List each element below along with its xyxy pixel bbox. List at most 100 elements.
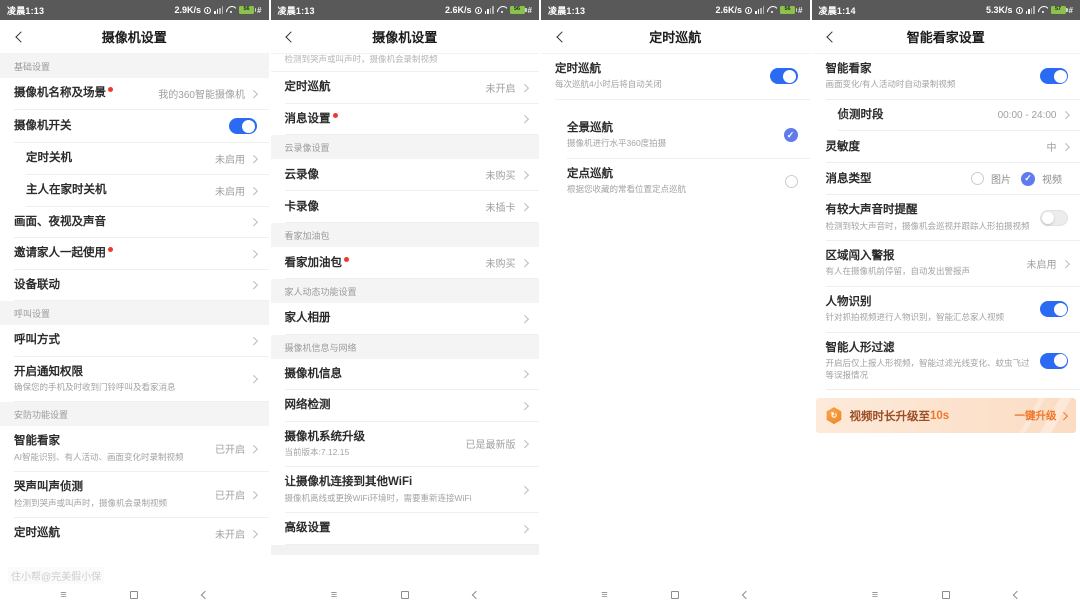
settings-row[interactable]: 摄像机名称及场景我的360智能摄像机: [0, 78, 269, 110]
checked-radio-icon[interactable]: ✓: [1021, 172, 1035, 186]
settings-row[interactable]: 摄像机信息: [271, 359, 540, 390]
settings-row[interactable]: 智能看家AI智能识别、有人活动、画面变化时录制视频已开启: [0, 426, 269, 472]
recents-button[interactable]: ≡: [860, 585, 890, 605]
row-title: 云录像: [285, 168, 320, 182]
chevron-right-icon: [250, 250, 258, 258]
settings-row[interactable]: 灵敏度中: [812, 131, 1080, 163]
row-title: 人物识别: [826, 295, 872, 309]
recents-button[interactable]: ≡: [319, 585, 349, 605]
settings-row[interactable]: 有较大声音时提醒检测到较大声音时，摄像机会巡视并跟踪人形拍摄视频: [812, 195, 1080, 241]
wifi-icon: [226, 6, 236, 14]
chevron-right-icon: [520, 84, 528, 92]
nav-back-button[interactable]: [461, 585, 491, 605]
settings-list: 基础设置摄像机名称及场景我的360智能摄像机摄像机开关定时关机未启用主人在家时关…: [0, 54, 269, 582]
upgrade-banner[interactable]: ↻视频时长升级至10s一键升级: [816, 398, 1077, 433]
nav-back-button[interactable]: [1002, 585, 1032, 605]
nav-back-button[interactable]: [731, 585, 761, 605]
unchecked-radio-icon[interactable]: [971, 172, 984, 185]
row-title: 摄像机系统升级: [285, 430, 366, 444]
nav-back-button[interactable]: [190, 585, 220, 605]
chevron-right-icon: [1061, 143, 1069, 151]
status-time: 凌晨1:14: [819, 4, 856, 17]
status-bar: 凌晨1:132.6K/s56#: [271, 0, 540, 20]
row-title: 消息类型: [826, 172, 872, 186]
android-nav-bar: ≡: [271, 582, 540, 608]
home-button[interactable]: [931, 585, 961, 605]
settings-row[interactable]: 定时关机未启用: [0, 143, 269, 175]
chevron-right-icon: [520, 524, 528, 532]
settings-row[interactable]: 家人相册: [271, 303, 540, 334]
selected-check-icon[interactable]: ✓: [784, 128, 798, 142]
toggle-switch-on[interactable]: [770, 68, 798, 84]
settings-row[interactable]: 区域闯入警报有人在摄像机前停留，自动发出警报声未启用: [812, 241, 1080, 287]
banner-text: 视频时长升级至: [850, 408, 931, 424]
settings-row[interactable]: 侦测时段00:00 - 24:00: [812, 100, 1080, 131]
home-button[interactable]: [660, 585, 690, 605]
row-title: 摄像机信息: [285, 367, 343, 381]
chevron-right-icon: [520, 315, 528, 323]
upgrade-button[interactable]: 一键升级: [1015, 408, 1067, 423]
settings-row[interactable]: 智能看家画面变化/有人活动时自动录制视频: [812, 54, 1080, 100]
screenshot-grid: 凌晨1:132.9K/s56#摄像机设置基础设置摄像机名称及场景我的360智能摄…: [0, 0, 1080, 608]
recents-button[interactable]: ≡: [48, 585, 78, 605]
toggle-switch-on[interactable]: [229, 118, 257, 134]
settings-row[interactable]: 消息设置: [271, 104, 540, 135]
settings-row[interactable]: 智能人形过滤开启后仅上报人形视频，智能过滤光线变化、蚊虫飞过等误报情况: [812, 333, 1080, 390]
battery-icon: 56: [510, 6, 525, 14]
settings-row[interactable]: 全景巡航摄像机进行水平360度拍摄✓: [541, 113, 810, 159]
settings-row[interactable]: 定点巡航根据您收藏的常看位置定点巡航: [541, 159, 810, 204]
settings-row[interactable]: 消息类型图片✓视频: [812, 163, 1080, 195]
settings-row[interactable]: 画面、夜视及声音: [0, 207, 269, 238]
settings-row[interactable]: 让摄像机连接到其他WiFi摄像机离线或更换WiFi环境时，需要重新连接WiFi: [271, 467, 540, 513]
settings-row[interactable]: 设备联动: [0, 270, 269, 301]
row-title: 摄像机名称及场景: [14, 86, 106, 100]
settings-row[interactable]: 定时巡航每次巡航4小时后将自动关闭: [541, 54, 810, 100]
settings-row[interactable]: 看家加油包未购买: [271, 247, 540, 279]
list-spacer: [541, 100, 810, 113]
settings-row[interactable]: 摄像机开关: [0, 110, 269, 143]
chevron-right-icon: [250, 90, 258, 98]
row-title: 家人相册: [285, 311, 331, 325]
toggle-switch-on[interactable]: [1040, 301, 1068, 317]
back-button[interactable]: [818, 20, 844, 54]
section-header: 呼叫设置: [0, 301, 269, 325]
back-button[interactable]: [277, 20, 303, 54]
chevron-right-icon: [1061, 260, 1069, 268]
settings-row[interactable]: 人物识别针对抓拍视频进行人物识别，智能汇总家人视频: [812, 287, 1080, 333]
settings-row[interactable]: 摄像机系统升级当前版本:7.12.15已是最新版: [271, 422, 540, 468]
clipped-subtitle: 检测到哭声或叫声时，摄像机会录制视频: [271, 54, 540, 72]
row-title: 高级设置: [285, 521, 331, 535]
settings-row[interactable]: 开启通知权限确保您的手机及时收到门铃呼叫及看家消息: [0, 357, 269, 403]
settings-row[interactable]: 呼叫方式: [0, 325, 269, 356]
settings-row[interactable]: 云录像未购买: [271, 159, 540, 191]
status-suffix-icon: #: [1069, 6, 1073, 15]
row-subtitle: 摄像机进行水平360度拍摄: [567, 138, 666, 149]
settings-row[interactable]: 网络检测: [271, 390, 540, 421]
toggle-switch-on[interactable]: [1040, 353, 1068, 369]
settings-row[interactable]: 主人在家时关机未启用: [0, 175, 269, 207]
red-dot-badge: [108, 87, 113, 92]
settings-list: 定时巡航每次巡航4小时后将自动关闭全景巡航摄像机进行水平360度拍摄✓定点巡航根…: [541, 54, 810, 582]
status-suffix-icon: #: [528, 6, 532, 15]
back-button[interactable]: [547, 20, 573, 54]
status-bar: 凌晨1:145.3K/s57#: [812, 0, 1080, 20]
settings-row[interactable]: 定时巡航未开启: [0, 518, 269, 549]
radio-icon[interactable]: [785, 175, 798, 188]
toggle-switch-off[interactable]: [1040, 210, 1068, 226]
row-title: 哭声叫声侦测: [14, 480, 83, 494]
row-title: 定时关机: [26, 151, 72, 165]
back-button[interactable]: [6, 20, 32, 54]
toggle-switch-on[interactable]: [1040, 68, 1068, 84]
settings-row[interactable]: 定时巡航未开启: [271, 72, 540, 104]
settings-row[interactable]: 高级设置: [271, 513, 540, 544]
settings-row[interactable]: 卡录像未插卡: [271, 191, 540, 223]
page-header: 摄像机设置: [0, 20, 269, 54]
network-speed: 5.3K/s: [986, 5, 1013, 15]
home-button[interactable]: [119, 585, 149, 605]
settings-row[interactable]: 哭声叫声侦测检测到哭声或叫声时，摄像机会录制视频已开启: [0, 472, 269, 518]
home-button[interactable]: [390, 585, 420, 605]
settings-row[interactable]: 邀请家人一起使用: [0, 238, 269, 269]
banner-highlight: 10s: [930, 410, 949, 422]
recents-button[interactable]: ≡: [589, 585, 619, 605]
chevron-right-icon: [520, 440, 528, 448]
